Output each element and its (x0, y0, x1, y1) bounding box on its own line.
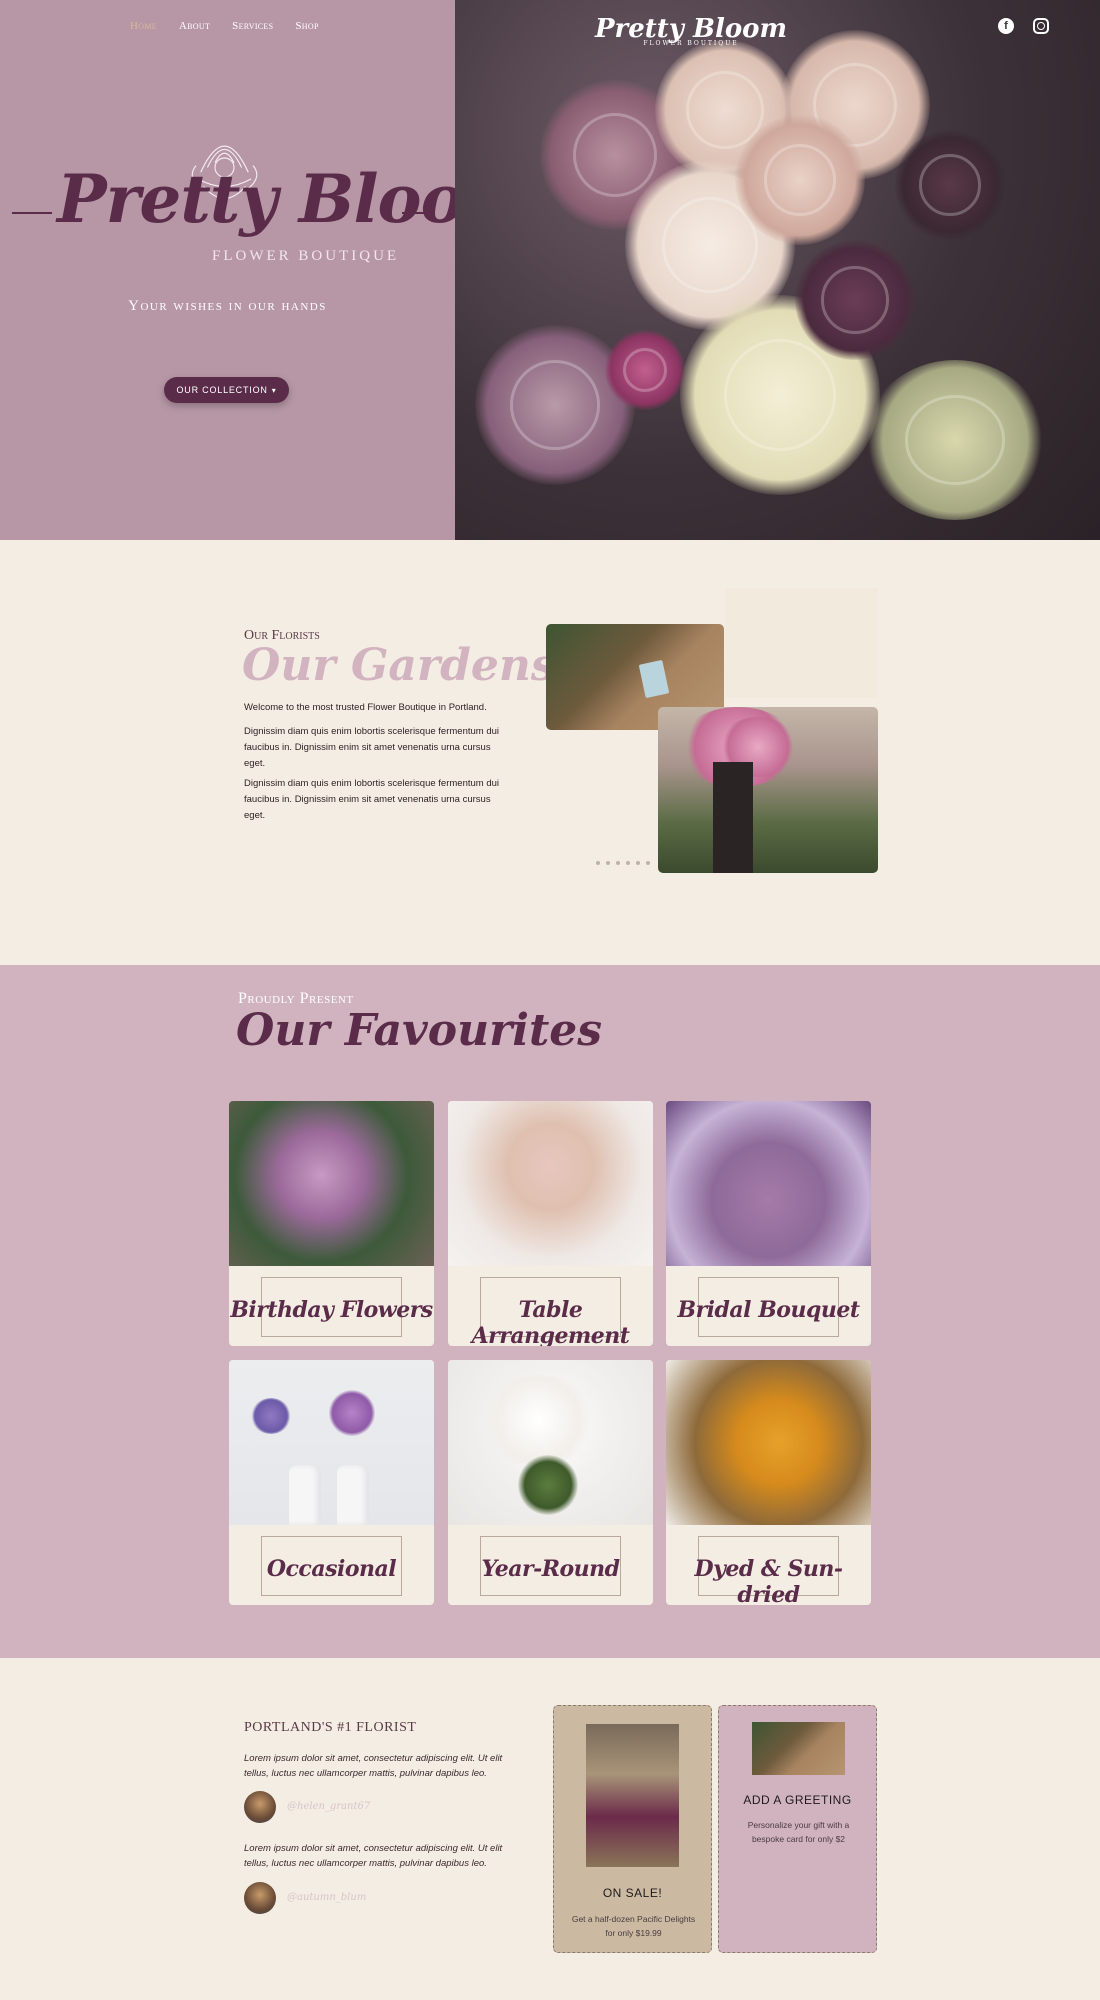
category-card-year-round[interactable]: Year-Round (448, 1360, 653, 1605)
facebook-icon[interactable]: f (998, 18, 1014, 34)
vase-shape (289, 1465, 321, 1525)
testimonial-handle[interactable]: @helen_grant67 (287, 1801, 370, 1812)
testimonial-handle[interactable]: @autumn_blum (287, 1892, 366, 1903)
bloom-shape (329, 1390, 375, 1436)
hydrangea-vases-image (229, 1360, 434, 1525)
promo-text: Get a half-dozen Pacific Delights for on… (571, 1914, 696, 1938)
testimonials-heading: PORTLAND'S #1 FLORIST (244, 1720, 417, 1735)
rose-shape (865, 360, 1045, 520)
category-label: Birthday Flowers (230, 1297, 433, 1323)
promo-title: ADD A GREETING (743, 1793, 852, 1807)
rose-shape (735, 115, 865, 245)
logo-dash-left (12, 212, 52, 214)
instagram-icon[interactable] (1033, 18, 1049, 34)
gardens-paragraph: Dignissim diam quis enim lobortis sceler… (244, 778, 500, 821)
chevron-down-icon: ▾ (271, 385, 277, 395)
hero-logo: Pretty Bloom FLOWER BOUTIQUE (12, 120, 533, 270)
nav-item-services[interactable]: Services (232, 20, 273, 32)
promo-title: ON SALE! (602, 1886, 663, 1900)
dot (646, 861, 650, 865)
bloom-shape (478, 1375, 598, 1465)
favourites-title: Our Favourites (236, 1005, 603, 1056)
category-card-table-arrangement[interactable]: Table Arrangement (448, 1101, 653, 1346)
white-peony-bouquet-image (448, 1360, 653, 1525)
gardens-title: Our Gardens (242, 640, 556, 691)
dried-roses-image (666, 1360, 871, 1525)
nav-item-shop[interactable]: Shop (295, 20, 318, 32)
gardens-intro: Welcome to the most trusted Flower Bouti… (244, 702, 487, 713)
testimonial-quote: Lorem ipsum dolor sit amet, consectetur … (244, 1843, 503, 1869)
hero-tagline: Your wishes in our hands (128, 298, 327, 314)
header-logo[interactable]: Pretty Bloom FLOWER BOUTIQUE (595, 14, 787, 47)
rose-shape (895, 130, 1005, 240)
vase-arrangement-image (448, 1101, 653, 1266)
dot (616, 861, 620, 865)
category-label: Year-Round (481, 1556, 620, 1582)
category-label: Table Arrangement (471, 1297, 630, 1346)
dot (606, 861, 610, 865)
nav-item-home[interactable]: Home (130, 20, 157, 32)
category-card-bridal-bouquet[interactable]: Bridal Bouquet (666, 1101, 871, 1346)
category-label: Dyed & Sun-dried (694, 1556, 843, 1605)
bridal-bouquet-image (666, 1101, 871, 1266)
greeting-card-shape (638, 659, 670, 699)
gardens-paragraph: Dignissim diam quis enim lobortis sceler… (244, 726, 500, 769)
nav-item-about[interactable]: About (179, 20, 210, 32)
rose-shape (795, 240, 915, 360)
greeting-card-image (752, 1722, 845, 1775)
bloom-shape (518, 1455, 578, 1515)
category-card-dyed-sun-dried[interactable]: Dyed & Sun-dried (666, 1360, 871, 1605)
rose-shape (605, 330, 685, 410)
testimonials-section: PORTLAND'S #1 FLORIST Lorem ipsum dolor … (0, 1658, 1100, 2000)
testimonial-quote: Lorem ipsum dolor sit amet, consectetur … (244, 1753, 503, 1779)
promo-text: Personalize your gift with a bespoke car… (747, 1820, 850, 1844)
logo-dash-right (402, 212, 432, 214)
promo-card-on-sale[interactable]: ON SALE! Get a half-dozen Pacific Deligh… (553, 1705, 712, 1953)
tulip-bouquet-image (229, 1101, 434, 1266)
decorative-dots (596, 861, 650, 865)
decorative-box (725, 588, 878, 698)
dot (596, 861, 600, 865)
category-card-birthday-flowers[interactable]: Birthday Flowers (229, 1101, 434, 1346)
logo-subtitle: FLOWER BOUTIQUE (212, 248, 400, 264)
avatar (244, 1791, 276, 1823)
shop-front-image (658, 707, 878, 873)
hero-left-panel: Home About Services Shop Pretty Bloom FL… (0, 0, 533, 540)
our-collection-label: OUR COLLECTION (176, 385, 268, 395)
hero-section: Home About Services Shop Pretty Bloom FL… (0, 0, 1100, 540)
shop-door (713, 762, 753, 873)
avatar (244, 1882, 276, 1914)
bloom-shape (251, 1398, 291, 1434)
category-card-occasional[interactable]: Occasional (229, 1360, 434, 1605)
flower-shop-image (586, 1724, 679, 1867)
vase-shape (337, 1465, 369, 1525)
gardens-section: Our Florists Our Gardens Welcome to the … (0, 540, 1100, 965)
main-nav: Home About Services Shop (130, 20, 319, 32)
category-label: Occasional (266, 1556, 397, 1582)
dot (636, 861, 640, 865)
hero-bouquet-image: Pretty Bloom FLOWER BOUTIQUE f (455, 0, 1100, 540)
category-label: Bridal Bouquet (677, 1297, 861, 1323)
promo-card-add-greeting[interactable]: ADD A GREETING Personalize your gift wit… (718, 1705, 877, 1953)
favourites-section: Proudly Present Our Favourites Birthday … (0, 965, 1100, 1658)
our-collection-button[interactable]: OUR COLLECTION ▾ (164, 377, 289, 403)
dot (626, 861, 630, 865)
